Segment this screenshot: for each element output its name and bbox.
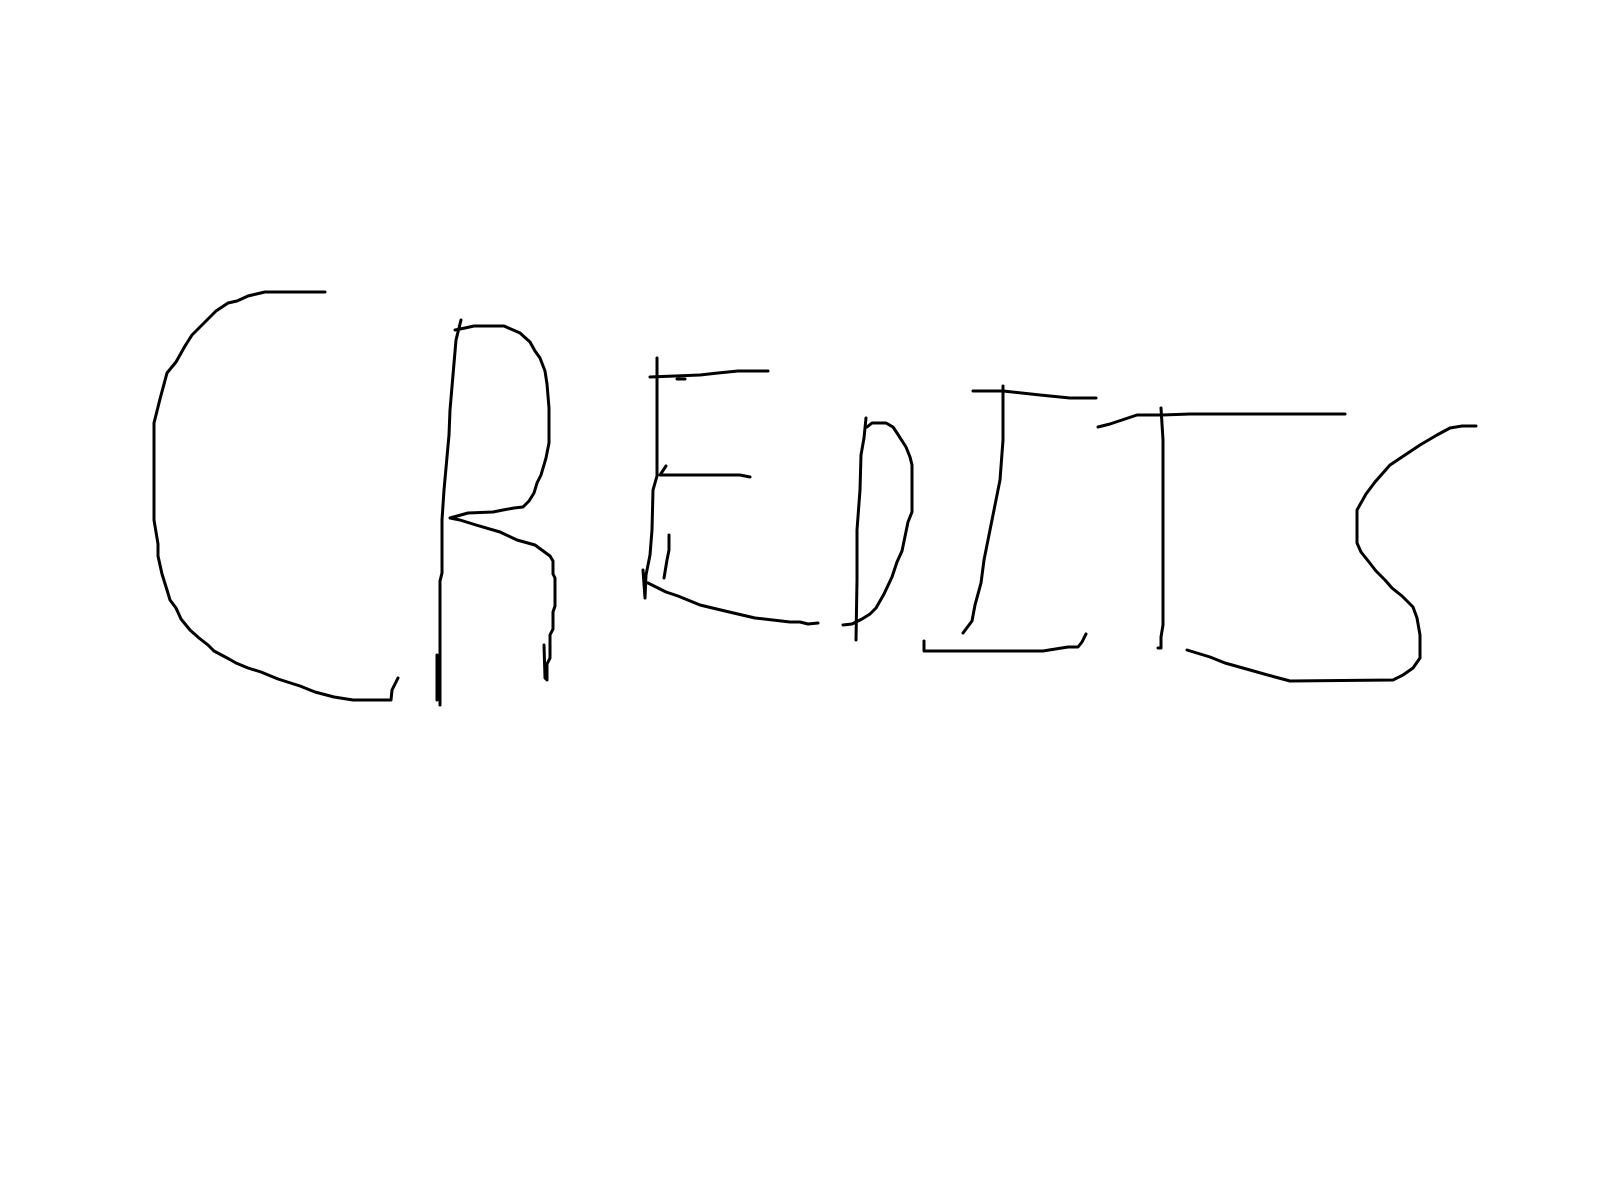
handwritten-credits-lettering bbox=[152, 290, 1478, 707]
letter-d bbox=[841, 416, 914, 642]
pen-stroke bbox=[662, 533, 671, 580]
letter-s bbox=[1185, 424, 1478, 683]
pen-stroke bbox=[641, 356, 659, 600]
pen-stroke bbox=[152, 290, 400, 702]
pen-stroke bbox=[658, 464, 752, 479]
pen-stroke bbox=[922, 632, 1088, 653]
letter-c bbox=[152, 290, 400, 702]
pen-stroke bbox=[648, 369, 770, 379]
pen-stroke bbox=[438, 318, 463, 707]
letter-t bbox=[1096, 406, 1347, 650]
pen-stroke bbox=[448, 324, 557, 682]
pen-stroke bbox=[646, 581, 820, 626]
pen-stroke bbox=[1096, 412, 1347, 429]
letter-i bbox=[922, 384, 1098, 653]
drawing-canvas bbox=[152, 290, 1478, 707]
pen-stroke bbox=[1185, 424, 1478, 683]
pen-stroke bbox=[1156, 406, 1165, 650]
letter-e bbox=[641, 356, 820, 626]
letter-r bbox=[435, 318, 557, 707]
pen-stroke bbox=[971, 389, 1098, 400]
pen-stroke bbox=[854, 416, 868, 642]
pen-stroke bbox=[841, 421, 914, 627]
pen-stroke bbox=[961, 384, 1005, 635]
